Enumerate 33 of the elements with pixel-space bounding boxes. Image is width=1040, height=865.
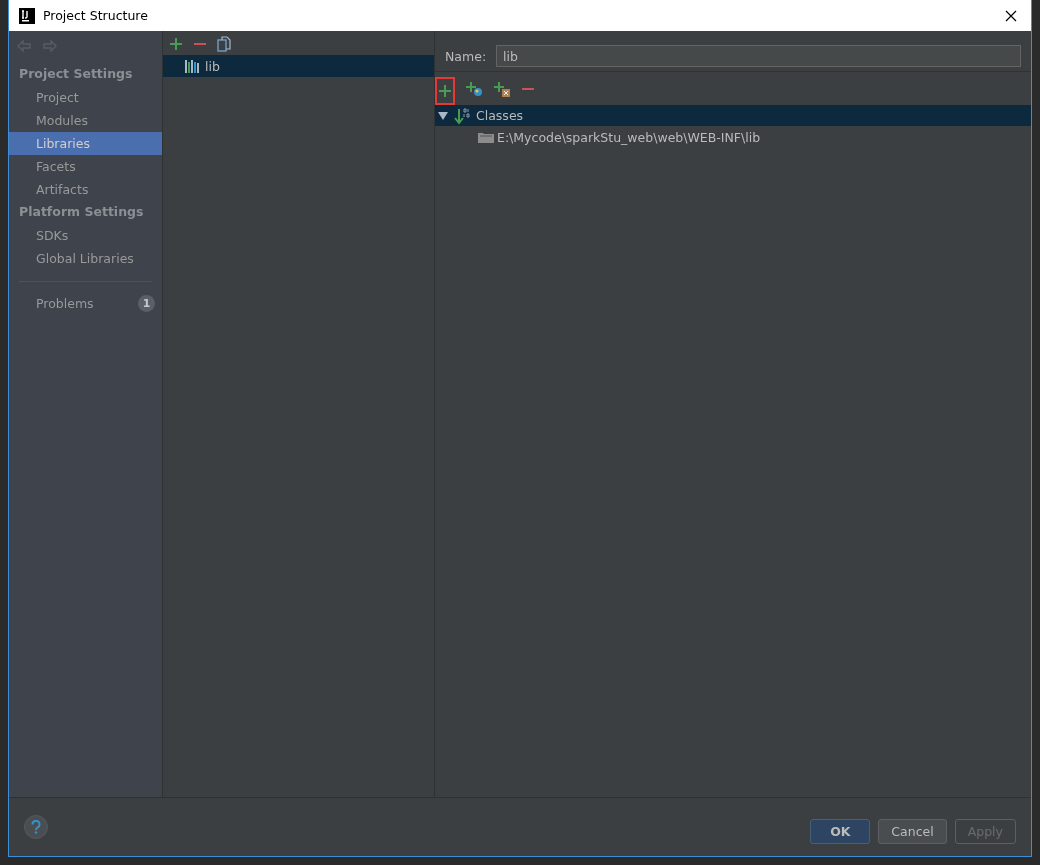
section-heading: Platform Settings [18, 203, 145, 221]
section-heading: Project Settings [18, 65, 134, 83]
sidebar-item[interactable]: Global Libraries [9, 247, 162, 270]
sidebar-item[interactable]: Modules [9, 109, 162, 132]
add-with-jar-icon[interactable] [493, 81, 511, 97]
sidebar-item[interactable]: Libraries [9, 132, 162, 155]
add-with-globe-icon[interactable] [465, 81, 483, 97]
add-icon[interactable] [169, 37, 183, 51]
window-title: Project Structure [43, 8, 148, 23]
close-icon [1005, 9, 1017, 22]
sidebar-item[interactable]: Artifacts [9, 178, 162, 201]
name-field[interactable]: lib [496, 45, 1021, 67]
sidebar-item[interactable]: Facets [9, 155, 162, 178]
sidebar-item[interactable]: Problems [36, 295, 138, 311]
expanded-triangle-icon [438, 110, 448, 121]
name-label: Name: [445, 48, 487, 64]
app-logo-icon [19, 7, 35, 24]
copy-icon[interactable] [217, 36, 231, 52]
tree-node[interactable]: Classes [435, 105, 1031, 126]
classes-icon [454, 106, 470, 125]
library-icon [185, 59, 201, 73]
ok-button[interactable]: OK [810, 818, 871, 844]
folder-icon [478, 131, 494, 143]
count-badge: 1 [138, 294, 155, 312]
question-mark-icon [31, 820, 41, 834]
sidebar-item[interactable]: Project [9, 86, 162, 109]
dialog-button[interactable]: Cancel [878, 818, 947, 844]
tree-node[interactable]: E:\Mycode\sparkStu_web\web\WEB-INF\lib [435, 126, 1031, 148]
library-item[interactable]: lib [163, 55, 434, 77]
sidebar-item[interactable]: SDKs [9, 224, 162, 247]
add-button[interactable] [435, 77, 455, 105]
add-icon [438, 84, 452, 98]
help-button[interactable] [24, 815, 48, 839]
